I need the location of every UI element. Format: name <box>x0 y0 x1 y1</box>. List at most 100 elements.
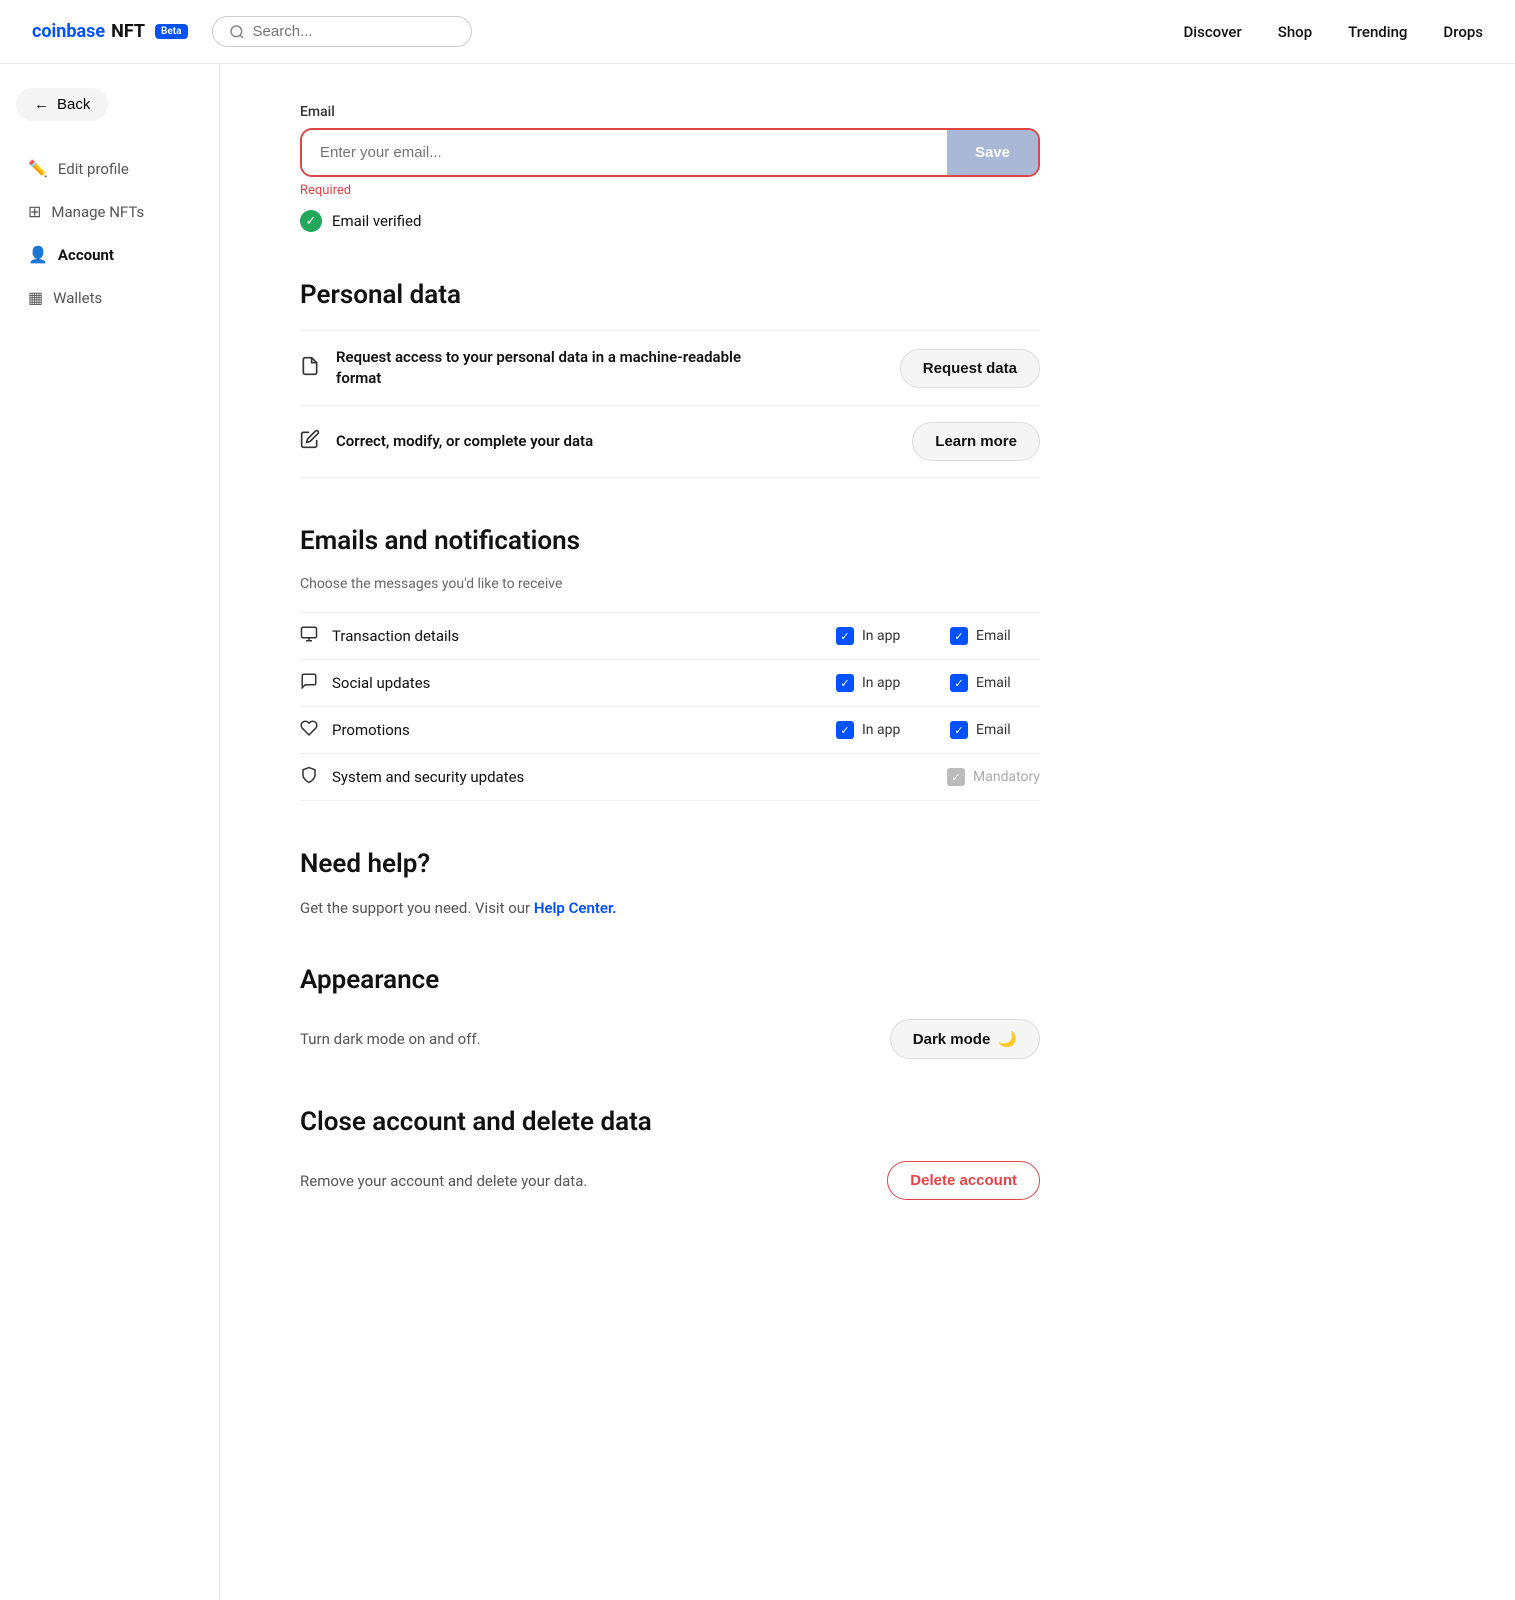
search-input[interactable] <box>253 23 455 40</box>
back-arrow-icon: ← <box>34 96 49 113</box>
account-icon: 👤 <box>28 245 48 264</box>
request-data-button[interactable]: Request data <box>900 349 1040 388</box>
inapp-checkbox-social[interactable]: ✓ <box>836 674 854 692</box>
sidebar-label-edit-profile: Edit profile <box>58 160 129 178</box>
search-bar[interactable] <box>212 16 472 47</box>
personal-data-title: Personal data <box>300 280 1040 310</box>
notif-checks-security: ✓ Mandatory <box>947 768 1040 786</box>
manage-nfts-icon: ⊞ <box>28 202 41 221</box>
transaction-icon <box>300 625 318 647</box>
notif-label-social: Social updates <box>332 674 836 692</box>
delete-title: Close account and delete data <box>300 1107 1040 1137</box>
search-icon <box>229 24 245 40</box>
email-section: Email Save Required ✓ Email verified <box>300 104 1040 232</box>
logo-nft: NFT <box>111 21 145 42</box>
delete-row: Remove your account and delete your data… <box>300 1157 1040 1200</box>
inapp-checkbox-promotions[interactable]: ✓ <box>836 721 854 739</box>
personal-data-text-0: Request access to your personal data in … <box>336 347 756 389</box>
pencil-icon <box>300 429 320 454</box>
personal-data-section: Personal data Request access to your per… <box>300 280 1040 478</box>
inapp-label-social: In app <box>862 675 900 691</box>
sidebar-label-wallets: Wallets <box>53 289 102 307</box>
sidebar-label-account: Account <box>58 246 114 264</box>
personal-data-text-1: Correct, modify, or complete your data <box>336 431 593 452</box>
notif-checks-social: ✓ In app ✓ Email <box>836 674 1040 692</box>
page-layout: ← Back ✏️ Edit profile ⊞ Manage NFTs 👤 A… <box>0 64 1515 1600</box>
sidebar-item-manage-nfts[interactable]: ⊞ Manage NFTs <box>16 192 203 231</box>
notif-row-security: System and security updates ✓ Mandatory <box>300 753 1040 801</box>
delete-account-button[interactable]: Delete account <box>887 1161 1040 1200</box>
email-label-transaction: Email <box>976 628 1011 644</box>
notif-label-transaction: Transaction details <box>332 627 836 645</box>
email-label: Email <box>300 104 1040 120</box>
email-checkbox-transaction[interactable]: ✓ <box>950 627 968 645</box>
email-label-promotions: Email <box>976 722 1011 738</box>
logo-area: coinbase NFT Beta <box>32 21 188 42</box>
nav-links: Discover Shop Trending Drops <box>1184 23 1483 41</box>
main-content: Email Save Required ✓ Email verified Per… <box>220 64 1120 1600</box>
help-section: Need help? Get the support you need. Vis… <box>300 849 1040 917</box>
email-field[interactable] <box>302 130 947 175</box>
verified-check-icon: ✓ <box>300 210 322 232</box>
back-button[interactable]: ← Back <box>16 88 108 121</box>
nav-discover[interactable]: Discover <box>1184 23 1242 41</box>
notif-checks-promotions: ✓ In app ✓ Email <box>836 721 1040 739</box>
social-icon <box>300 672 318 694</box>
dark-mode-button[interactable]: Dark mode 🌙 <box>890 1019 1040 1059</box>
wallets-icon: ▦ <box>28 288 43 307</box>
mandatory-label-security: Mandatory <box>973 769 1040 785</box>
appearance-text: Turn dark mode on and off. <box>300 1030 481 1048</box>
email-label-social: Email <box>976 675 1011 691</box>
moon-icon: 🌙 <box>998 1030 1017 1048</box>
email-checkbox-social[interactable]: ✓ <box>950 674 968 692</box>
sidebar-label-manage-nfts: Manage NFTs <box>51 203 144 221</box>
notifications-section: Emails and notifications Choose the mess… <box>300 526 1040 801</box>
email-checkbox-promotions[interactable]: ✓ <box>950 721 968 739</box>
mandatory-checkbox-security: ✓ <box>947 768 965 786</box>
beta-badge: Beta <box>155 24 187 39</box>
notif-row-promotions: Promotions ✓ In app ✓ Email <box>300 706 1040 753</box>
mandatory-pair-security: ✓ Mandatory <box>947 768 1040 786</box>
edit-profile-icon: ✏️ <box>28 159 48 178</box>
required-text: Required <box>300 183 1040 198</box>
help-text: Get the support you need. Visit our Help… <box>300 899 1040 917</box>
sidebar-item-wallets[interactable]: ▦ Wallets <box>16 278 203 317</box>
nav-drops[interactable]: Drops <box>1443 23 1483 41</box>
notifications-subtitle: Choose the messages you'd like to receiv… <box>300 576 1040 592</box>
personal-data-row-1: Correct, modify, or complete your data L… <box>300 405 1040 478</box>
sidebar-item-account[interactable]: 👤 Account <box>16 235 203 274</box>
nav-trending[interactable]: Trending <box>1348 23 1407 41</box>
inapp-label-promotions: In app <box>862 722 900 738</box>
logo-coinbase: coinbase <box>32 21 105 42</box>
notif-checks-transaction: ✓ In app ✓ Email <box>836 627 1040 645</box>
notif-row-social: Social updates ✓ In app ✓ Email <box>300 659 1040 706</box>
help-text-before: Get the support you need. Visit our <box>300 899 534 917</box>
delete-text: Remove your account and delete your data… <box>300 1172 587 1190</box>
personal-data-row-0: Request access to your personal data in … <box>300 330 1040 405</box>
help-center-link[interactable]: Help Center. <box>534 899 617 917</box>
notif-row-transaction: Transaction details ✓ In app ✓ Email <box>300 612 1040 659</box>
security-icon <box>300 766 318 788</box>
email-pair-transaction: ✓ Email <box>950 627 1040 645</box>
delete-section: Close account and delete data Remove you… <box>300 1107 1040 1200</box>
email-verified-row: ✓ Email verified <box>300 210 1040 232</box>
inapp-label-transaction: In app <box>862 628 900 644</box>
inapp-pair-transaction: ✓ In app <box>836 627 926 645</box>
email-input-row: Save <box>300 128 1040 177</box>
notif-label-promotions: Promotions <box>332 721 836 739</box>
top-nav: coinbase NFT Beta Discover Shop Trending… <box>0 0 1515 64</box>
verified-text: Email verified <box>332 212 421 230</box>
sidebar-item-edit-profile[interactable]: ✏️ Edit profile <box>16 149 203 188</box>
learn-more-button[interactable]: Learn more <box>912 422 1040 461</box>
save-button[interactable]: Save <box>947 130 1038 175</box>
document-icon <box>300 356 320 381</box>
notifications-title: Emails and notifications <box>300 526 1040 556</box>
help-title: Need help? <box>300 849 1040 879</box>
appearance-section: Appearance Turn dark mode on and off. Da… <box>300 965 1040 1059</box>
appearance-row: Turn dark mode on and off. Dark mode 🌙 <box>300 1015 1040 1059</box>
inapp-checkbox-transaction[interactable]: ✓ <box>836 627 854 645</box>
nav-shop[interactable]: Shop <box>1278 23 1312 41</box>
promotions-icon <box>300 719 318 741</box>
back-label: Back <box>57 96 90 113</box>
email-pair-social: ✓ Email <box>950 674 1040 692</box>
